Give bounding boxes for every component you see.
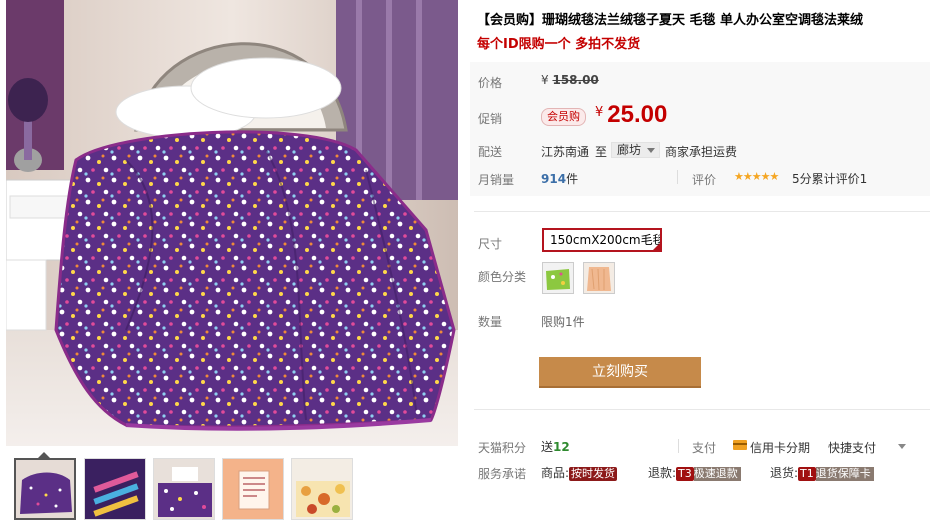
original-price-value: 158.00 [552,73,599,87]
review-label: 评价 [692,173,717,187]
color-swatch-image [543,263,573,293]
thumbnail-image [16,460,74,518]
section-divider [474,211,930,212]
size-option-label: 150cmX200cm毛毯 [550,233,662,247]
quantity-label: 数量 [478,315,503,329]
thumbnail-strip [14,458,454,522]
promo-price: ¥25.00 [595,101,667,129]
divider [678,439,679,453]
color-swatch-image [584,263,614,293]
destination-select[interactable]: 廊坊 [611,142,661,158]
currency-symbol: ¥ [595,105,604,120]
quick-pay-option[interactable]: 快捷支付 [828,439,876,456]
service-delivery-tag: 按时发货 [569,467,618,481]
thumbnail-2[interactable] [84,458,146,520]
color-option-green[interactable] [542,262,574,294]
bed-photo [6,0,458,446]
price-label: 价格 [478,76,503,90]
installment-option[interactable]: 信用卡分期 [750,439,810,456]
promo-label: 促销 [478,112,503,126]
original-price: ¥ 158.00 [541,73,599,87]
currency-symbol: ¥ [541,73,549,87]
destination-value: 廊坊 [617,143,642,157]
main-product-image[interactable] [6,0,458,446]
member-badge: 会员购 [541,108,586,126]
service-label: 服务承诺 [478,467,527,481]
delivery-label: 配送 [478,145,503,159]
service-return-prefix: 退货: [770,466,799,480]
star-icon: ★★★★★ [734,170,779,183]
credit-card-icon [733,440,747,450]
selected-check-icon [653,243,660,250]
monthly-sales-label: 月销量 [478,173,515,187]
thumbnail-5[interactable] [291,458,353,520]
service-refund[interactable]: 退款: T3 极速退款 [648,464,741,481]
ship-from: 江苏南通 [541,145,590,159]
size-label: 尺寸 [478,237,503,251]
shipping-fee: 商家承担运费 [665,145,738,159]
service-return-tag: 退货保障卡 [815,467,874,481]
thumbnail-4[interactable] [222,458,284,520]
monthly-sales: 914件 [541,170,578,187]
divider [677,170,678,184]
review-summary-link[interactable]: 5分累计评价1 [792,170,867,187]
quantity-limit: 限购1件 [541,315,585,329]
monthly-sales-unit: 件 [566,172,579,186]
size-option-selected[interactable]: 150cmX200cm毛毯 [542,228,662,252]
points-amount: 12 [553,440,570,454]
service-return-code: T1 [798,467,816,481]
thumbnail-image [85,459,145,519]
section-divider [474,409,930,410]
chevron-down-icon [647,148,656,153]
product-title: 【会员购】珊瑚绒毯法兰绒毯子夏天 毛毯 单人办公室空调毯法莱绒 [477,13,864,28]
points-label: 天猫积分 [478,441,527,455]
service-refund-tag: 极速退款 [693,467,741,481]
service-delivery[interactable]: 商品: 按时发货 [541,464,618,481]
purchase-limit-notice: 每个ID限购一个 多拍不发货 [477,37,641,52]
color-option-peach[interactable] [583,262,615,294]
promo-price-value: 25.00 [607,101,668,128]
buy-now-button[interactable]: 立刻购买 [539,357,701,388]
monthly-sales-count: 914 [541,172,567,186]
thumbnail-image [292,459,352,519]
thumbnail-image [223,459,283,519]
service-delivery-prefix: 商品: [541,466,570,480]
thumbnail-image [154,459,214,519]
thumbnail-3[interactable] [153,458,215,520]
points-prefix: 送 [541,440,554,454]
chevron-down-icon[interactable] [898,444,906,449]
thumbnail-1[interactable] [14,458,76,520]
points-value: 送12 [541,438,570,455]
color-label: 颜色分类 [478,270,527,284]
ship-to-word: 至 [595,145,608,159]
service-refund-code: T3 [676,467,694,481]
service-return[interactable]: 退货: T1 退货保障卡 [770,464,874,481]
payment-label: 支付 [692,441,717,455]
service-refund-prefix: 退款: [648,466,677,480]
